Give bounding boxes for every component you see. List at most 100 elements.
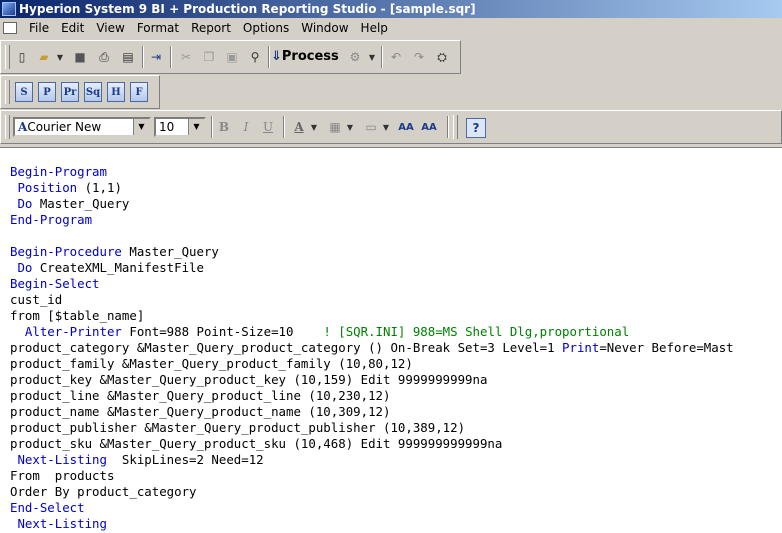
code-line: Begin-Program bbox=[10, 164, 107, 179]
code-line: product_publisher &Master_Query_product_… bbox=[10, 420, 466, 435]
toolbar-grip[interactable] bbox=[453, 115, 458, 139]
code-text: (1,1) bbox=[77, 180, 122, 195]
format-toolbar: ACourier New ▼ 10 ▼ B I U A ▼ ▦ ▼ ▭ ▼ AA… bbox=[0, 110, 782, 144]
toolbar-separator bbox=[447, 116, 449, 138]
find-icon[interactable]: ⚲ bbox=[246, 48, 264, 66]
section-setup-button[interactable]: S bbox=[15, 82, 33, 102]
code-text: Master_Query bbox=[121, 244, 219, 259]
process-options-icon[interactable]: ⚙ bbox=[346, 48, 364, 66]
code-keyword: Do bbox=[10, 196, 33, 211]
toolbar-grip[interactable] bbox=[5, 115, 10, 139]
section-sql-button[interactable]: Sq bbox=[84, 82, 102, 102]
code-text: =Never Before=Mast bbox=[599, 340, 734, 355]
code-comment: ! [SQR.INI] 988=MS Shell Dlg,proportiona… bbox=[323, 324, 630, 339]
dropdown-arrow-icon[interactable]: ▼ bbox=[345, 118, 355, 136]
help-icon[interactable]: ? bbox=[466, 118, 486, 138]
toolbar-separator bbox=[142, 46, 144, 68]
debug-icon[interactable]: ⛭ bbox=[433, 48, 451, 66]
process-dropdown-icon[interactable]: ▼ bbox=[367, 48, 377, 66]
code-line: product_name &Master_Query_product_name … bbox=[10, 404, 391, 419]
italic-icon[interactable]: I bbox=[237, 118, 255, 136]
print-icon[interactable]: ⎙ bbox=[95, 48, 113, 66]
menu-bar: File Edit View Format Report Options Window Hel… bbox=[0, 18, 782, 38]
new-file-icon[interactable]: ▯ bbox=[13, 48, 31, 66]
print-preview-icon[interactable]: ▤ bbox=[119, 48, 137, 66]
code-text: Master_Query bbox=[32, 196, 130, 211]
chevron-down-icon[interactable]: ▼ bbox=[188, 119, 204, 135]
code-keyword: Position bbox=[10, 180, 78, 195]
save-icon[interactable]: ■ bbox=[71, 48, 89, 66]
code-line: Next-Listing SkipLines=2 Need=12 bbox=[10, 452, 263, 468]
code-line: Order By product_category bbox=[10, 484, 197, 499]
increase-font-icon[interactable]: AA bbox=[397, 118, 415, 136]
export-icon[interactable]: ⇥ bbox=[147, 48, 165, 66]
font-name-select[interactable]: ACourier New ▼ bbox=[13, 117, 151, 137]
toolbar-grip[interactable] bbox=[5, 80, 10, 104]
process-button[interactable]: ⇓Process bbox=[271, 47, 339, 67]
menu-file[interactable]: File bbox=[23, 18, 55, 38]
bold-icon[interactable]: B bbox=[215, 118, 233, 136]
section-procedure-button[interactable]: Pr bbox=[61, 82, 79, 102]
menu-view[interactable]: View bbox=[90, 18, 130, 38]
undo-icon[interactable]: ↶ bbox=[387, 48, 405, 66]
code-line: product_family &Master_Query_product_fam… bbox=[10, 356, 413, 371]
code-line: Do Master_Query bbox=[10, 196, 129, 212]
border-icon[interactable]: ▭ bbox=[362, 118, 380, 136]
menu-options[interactable]: Options bbox=[237, 18, 295, 38]
app-icon bbox=[2, 2, 16, 16]
code-editor[interactable]: Begin-Program Position (1,1) Do Master_Q… bbox=[0, 147, 782, 533]
code-line: Position (1,1) bbox=[10, 180, 122, 196]
dropdown-arrow-icon[interactable]: ▼ bbox=[381, 118, 391, 136]
decrease-font-icon[interactable]: AA bbox=[420, 118, 438, 136]
code-line: From products bbox=[10, 468, 115, 483]
dropdown-arrow-icon[interactable]: ▼ bbox=[309, 118, 319, 136]
section-heading-button[interactable]: H bbox=[107, 82, 125, 102]
window-title: Hyperion System 9 BI + Production Report… bbox=[19, 2, 476, 16]
redo-icon[interactable]: ↷ bbox=[410, 48, 428, 66]
code-keyword: Alter-Printer bbox=[10, 324, 122, 339]
menu-edit[interactable]: Edit bbox=[55, 18, 90, 38]
font-size-value: 10 bbox=[159, 120, 175, 134]
code-line: from [$table_name] bbox=[10, 308, 145, 323]
code-line: Next-Listing bbox=[10, 516, 107, 531]
menu-help[interactable]: Help bbox=[355, 18, 394, 38]
code-line: cust_id bbox=[10, 292, 63, 307]
code-line: Do CreateXML_ManifestFile bbox=[10, 260, 204, 276]
copy-icon[interactable]: ❐ bbox=[200, 48, 218, 66]
menu-window[interactable]: Window bbox=[295, 18, 354, 38]
code-keyword: Do bbox=[10, 260, 33, 275]
paste-icon[interactable]: ▣ bbox=[223, 48, 241, 66]
menu-report[interactable]: Report bbox=[185, 18, 237, 38]
document-icon[interactable] bbox=[3, 22, 17, 34]
toolbar-grip[interactable] bbox=[5, 45, 10, 69]
code-line: End-Program bbox=[10, 212, 93, 227]
dropdown-arrow-icon[interactable]: ▼ bbox=[55, 48, 65, 66]
chevron-down-icon[interactable]: ▼ bbox=[133, 119, 149, 135]
toolbar-separator bbox=[381, 46, 383, 68]
font-type-icon: A bbox=[18, 120, 28, 134]
open-folder-icon[interactable]: ▰ bbox=[35, 48, 53, 66]
code-line: product_key &Master_Query_product_key (1… bbox=[10, 372, 488, 387]
font-color-icon[interactable]: A bbox=[290, 118, 308, 136]
section-program-button[interactable]: P bbox=[38, 82, 56, 102]
font-size-select[interactable]: 10 ▼ bbox=[154, 117, 206, 137]
menu-format[interactable]: Format bbox=[131, 18, 185, 38]
cut-icon[interactable]: ✂ bbox=[177, 48, 195, 66]
code-line: Begin-Procedure Master_Query bbox=[10, 244, 219, 260]
code-keyword: Begin-Procedure bbox=[10, 244, 122, 259]
toolbar-separator bbox=[268, 46, 270, 68]
code-line: Alter-Printer Font=988 Point-Size=10 ! [… bbox=[10, 324, 629, 340]
toolbar-separator bbox=[170, 46, 172, 68]
title-bar: Hyperion System 9 BI + Production Report… bbox=[0, 0, 782, 18]
code-text: Font=988 Point-Size=10 bbox=[121, 324, 324, 339]
code-line: product_sku &Master_Query_product_sku (1… bbox=[10, 436, 503, 451]
code-line: product_line &Master_Query_product_line … bbox=[10, 388, 391, 403]
sections-toolbar: S P Pr Sq H F bbox=[0, 75, 160, 109]
font-name-value: Courier New bbox=[27, 120, 102, 134]
main-toolbar: ▯ ▰ ▼ ■ ⎙ ▤ ⇥ ✂ ❐ ▣ ⚲ ⇓Process ⚙ ▼ ↶ ↷ ⛭ bbox=[0, 40, 461, 74]
underline-icon[interactable]: U bbox=[259, 118, 277, 136]
toolbar-separator bbox=[283, 116, 285, 138]
code-line: product_category &Master_Query_product_c… bbox=[10, 340, 734, 356]
fill-color-icon[interactable]: ▦ bbox=[326, 118, 344, 136]
section-footing-button[interactable]: F bbox=[130, 82, 148, 102]
